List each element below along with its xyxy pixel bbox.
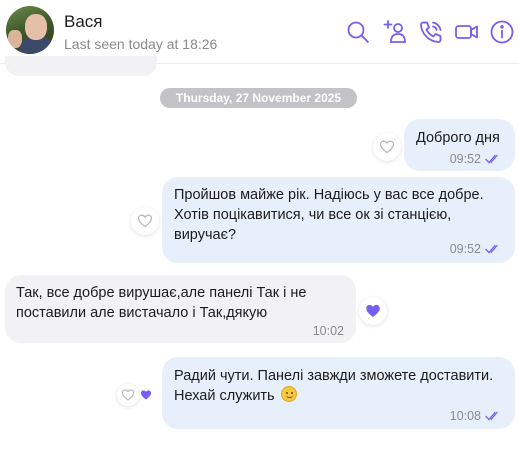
search-icon[interactable] [345,19,371,45]
read-ticks-icon [485,154,501,164]
info-icon[interactable] [489,19,515,45]
avatar[interactable] [6,6,54,54]
message-text: Так, все добре вирушає,але панелі Так і … [16,285,307,321]
read-ticks-icon [485,411,501,421]
date-separator: Thursday, 27 November 2025 [160,88,357,108]
phone-icon[interactable] [418,19,444,45]
purple-heart-icon[interactable] [359,297,387,325]
smile-emoji-icon [280,386,297,402]
message-bubble-outgoing[interactable]: Доброго дня 09:52 [404,119,515,171]
heart-outline-icon[interactable] [117,384,139,406]
heart-outline-icon[interactable] [131,207,159,235]
message-meta: 10:08 [450,406,501,426]
previous-message-bubble [5,56,157,76]
message-text: Доброго дня [416,130,500,146]
message-bubble-incoming[interactable]: Так, все добре вирушає,але панелі Так і … [5,275,356,343]
message-text: Пройшов майже рік. Надіюсь у вас все доб… [174,187,484,243]
message-text-content: Радий чути. Панелі завжди зможете достав… [174,368,494,404]
chat-header: Вася Last seen today at 18:26 [0,0,519,64]
message-meta: 10:02 [313,321,344,341]
message-meta: 09:52 [450,239,501,259]
avatar-face [25,14,47,40]
video-call-icon[interactable] [454,19,480,45]
add-contact-icon[interactable] [382,19,408,45]
message-bubble-outgoing[interactable]: Пройшов майже рік. Надіюсь у вас все доб… [162,177,515,263]
message-bubble-outgoing[interactable]: Радий чути. Панелі завжди зможете достав… [162,357,515,429]
message-meta: 09:52 [450,149,501,169]
message-time: 09:52 [449,152,481,166]
heart-outline-icon[interactable] [373,133,401,161]
purple-heart-icon[interactable] [140,388,154,402]
message-time: 10:02 [312,324,344,338]
last-seen-status: Last seen today at 18:26 [64,36,218,52]
contact-name[interactable]: Вася [64,12,103,32]
message-time: 10:08 [449,409,481,423]
read-ticks-icon [485,244,501,254]
message-time: 09:52 [449,242,481,256]
message-text: Радий чути. Панелі завжди зможете достав… [174,366,493,406]
